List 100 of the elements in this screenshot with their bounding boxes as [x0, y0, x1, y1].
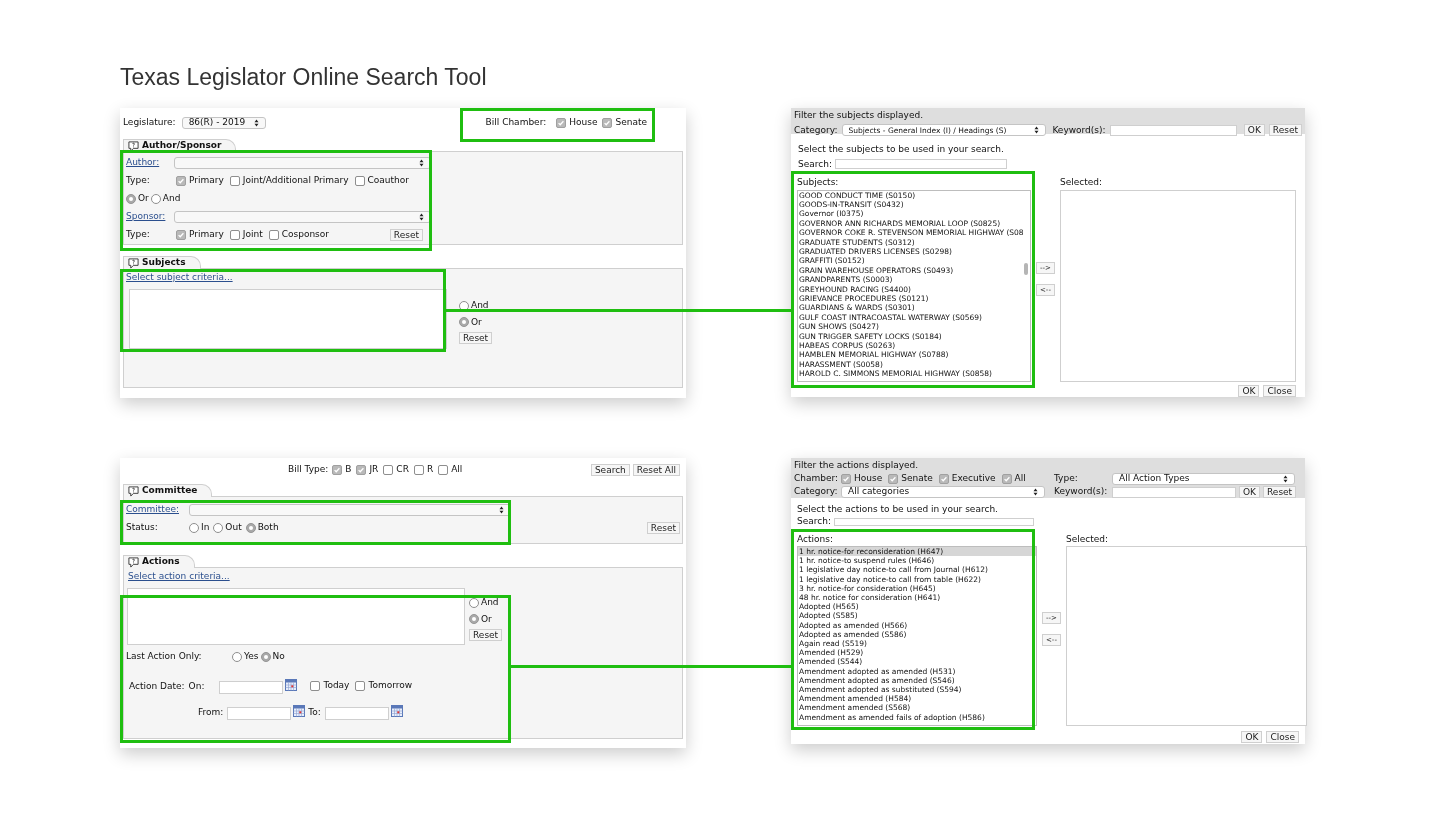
checkbox-label: All: [451, 463, 463, 477]
keyword-field[interactable]: [1109, 124, 1237, 136]
checkbox[interactable]: [356, 465, 367, 475]
checkbox[interactable]: [556, 118, 567, 128]
checkbox[interactable]: [229, 230, 240, 240]
field-label: Type:: [126, 175, 150, 186]
ok-button[interactable]: OK: [1243, 124, 1265, 137]
checkbox[interactable]: [938, 474, 949, 484]
checkbox[interactable]: [229, 176, 240, 186]
author-dropdown[interactable]: [174, 157, 431, 169]
link[interactable]: Select subject criteria...: [126, 272, 233, 282]
checkbox-label: Senate: [901, 472, 933, 486]
radio-button[interactable]: [459, 317, 469, 328]
field-label: Search:: [797, 514, 831, 528]
close-button[interactable]: Close: [1263, 384, 1296, 397]
field-label: Keyword(s):: [1054, 486, 1108, 497]
sponsor-dropdown[interactable]: [174, 211, 431, 223]
checkbox[interactable]: [1001, 474, 1012, 484]
date-field[interactable]: [227, 706, 292, 720]
field-label: Chamber:: [794, 473, 839, 484]
instruction-text: Select the actions to be used in your search.: [797, 503, 999, 516]
checkbox[interactable]: [268, 230, 279, 240]
field-label: From:: [198, 706, 224, 720]
radio-label: Or: [471, 315, 482, 329]
checkbox-label: Tomorrow: [368, 678, 413, 692]
close-button[interactable]: Close: [1266, 731, 1299, 743]
radio-button[interactable]: [469, 614, 479, 625]
reset-button[interactable]: Reset: [469, 629, 503, 641]
dropdown[interactable]: All Action Types: [1112, 473, 1295, 485]
radio-button[interactable]: [245, 523, 256, 533]
ok-button[interactable]: OK: [1239, 486, 1260, 498]
radio-button[interactable]: [213, 523, 224, 533]
section-title: Subjects: [142, 256, 186, 270]
link[interactable]: Committee:: [126, 503, 179, 514]
checkbox-label: All: [1014, 472, 1026, 486]
keyword-field[interactable]: [1112, 486, 1236, 498]
radio-label: And: [162, 192, 181, 206]
select-arrows-icon: [1033, 488, 1038, 496]
checkbox[interactable]: [355, 680, 366, 691]
checkbox[interactable]: [888, 474, 899, 484]
reset-button[interactable]: Reset: [1268, 124, 1302, 137]
help-bubble-icon[interactable]: [128, 257, 139, 269]
checkbox-label: Today: [323, 678, 350, 692]
field-label: Action Date:: [129, 680, 185, 694]
ok-button[interactable]: OK: [1238, 384, 1260, 397]
action-list-box[interactable]: [127, 588, 465, 645]
checkbox[interactable]: [354, 176, 365, 186]
radio-button[interactable]: [260, 652, 271, 662]
checkbox[interactable]: [413, 465, 424, 475]
field-label: Search:: [798, 157, 832, 171]
calendar-icon[interactable]: [285, 678, 298, 691]
field-label: Bill Type:: [288, 463, 329, 477]
checkbox[interactable]: [332, 465, 343, 475]
checkbox-label: R: [426, 463, 434, 477]
search-button[interactable]: Search: [590, 464, 630, 476]
select-arrows-icon: [253, 119, 259, 127]
radio-button[interactable]: [469, 597, 479, 608]
checkbox-label: CR: [396, 463, 409, 477]
checkbox[interactable]: [438, 465, 449, 475]
help-bubble-icon[interactable]: [128, 140, 139, 152]
reset-button[interactable]: Reset: [1263, 486, 1297, 498]
scrollbar-thumb[interactable]: [1024, 262, 1028, 275]
search-field[interactable]: [833, 517, 1034, 526]
checkbox[interactable]: [176, 176, 186, 186]
radio-label: And: [471, 299, 489, 312]
link[interactable]: Author:: [126, 157, 160, 168]
checkbox-label: House: [854, 472, 883, 486]
reset-button[interactable]: Reset: [389, 229, 423, 241]
field-label: Type:: [1054, 473, 1078, 484]
checkbox[interactable]: [602, 118, 613, 128]
link[interactable]: Sponsor:: [126, 211, 166, 222]
select-arrows-icon: [1283, 475, 1288, 483]
help-bubble-icon[interactable]: [128, 556, 139, 568]
checkbox[interactable]: [176, 230, 186, 240]
checkbox[interactable]: [310, 680, 321, 691]
checkbox[interactable]: [383, 465, 394, 475]
radio-button[interactable]: [126, 194, 136, 204]
dropdown[interactable]: All categories: [841, 486, 1045, 498]
select-arrows-icon: [1034, 126, 1040, 135]
checkbox[interactable]: [841, 474, 851, 484]
date-field[interactable]: [324, 706, 389, 720]
ok-button[interactable]: OK: [1241, 731, 1263, 743]
help-bubble-icon[interactable]: [128, 485, 139, 497]
calendar-icon[interactable]: [293, 704, 306, 717]
radio-label: Or: [481, 612, 492, 626]
checkbox-label: B: [345, 463, 352, 477]
link[interactable]: Select action criteria...: [128, 571, 230, 581]
dropdown[interactable]: 86(R) - 2019: [181, 117, 266, 129]
calendar-icon[interactable]: [390, 704, 403, 717]
committee-dropdown[interactable]: [189, 503, 511, 516]
reset-button[interactable]: Reset: [646, 522, 680, 534]
reset-all-button[interactable]: Reset All: [632, 464, 680, 476]
search-field[interactable]: [834, 159, 1007, 170]
subject-list-box[interactable]: [129, 289, 447, 349]
radio-button[interactable]: [232, 652, 242, 662]
radio-button[interactable]: [189, 523, 199, 533]
date-field[interactable]: [219, 680, 284, 694]
select-arrows-icon: [419, 159, 424, 167]
radio-button[interactable]: [150, 194, 161, 204]
reset-button[interactable]: Reset: [459, 332, 493, 344]
